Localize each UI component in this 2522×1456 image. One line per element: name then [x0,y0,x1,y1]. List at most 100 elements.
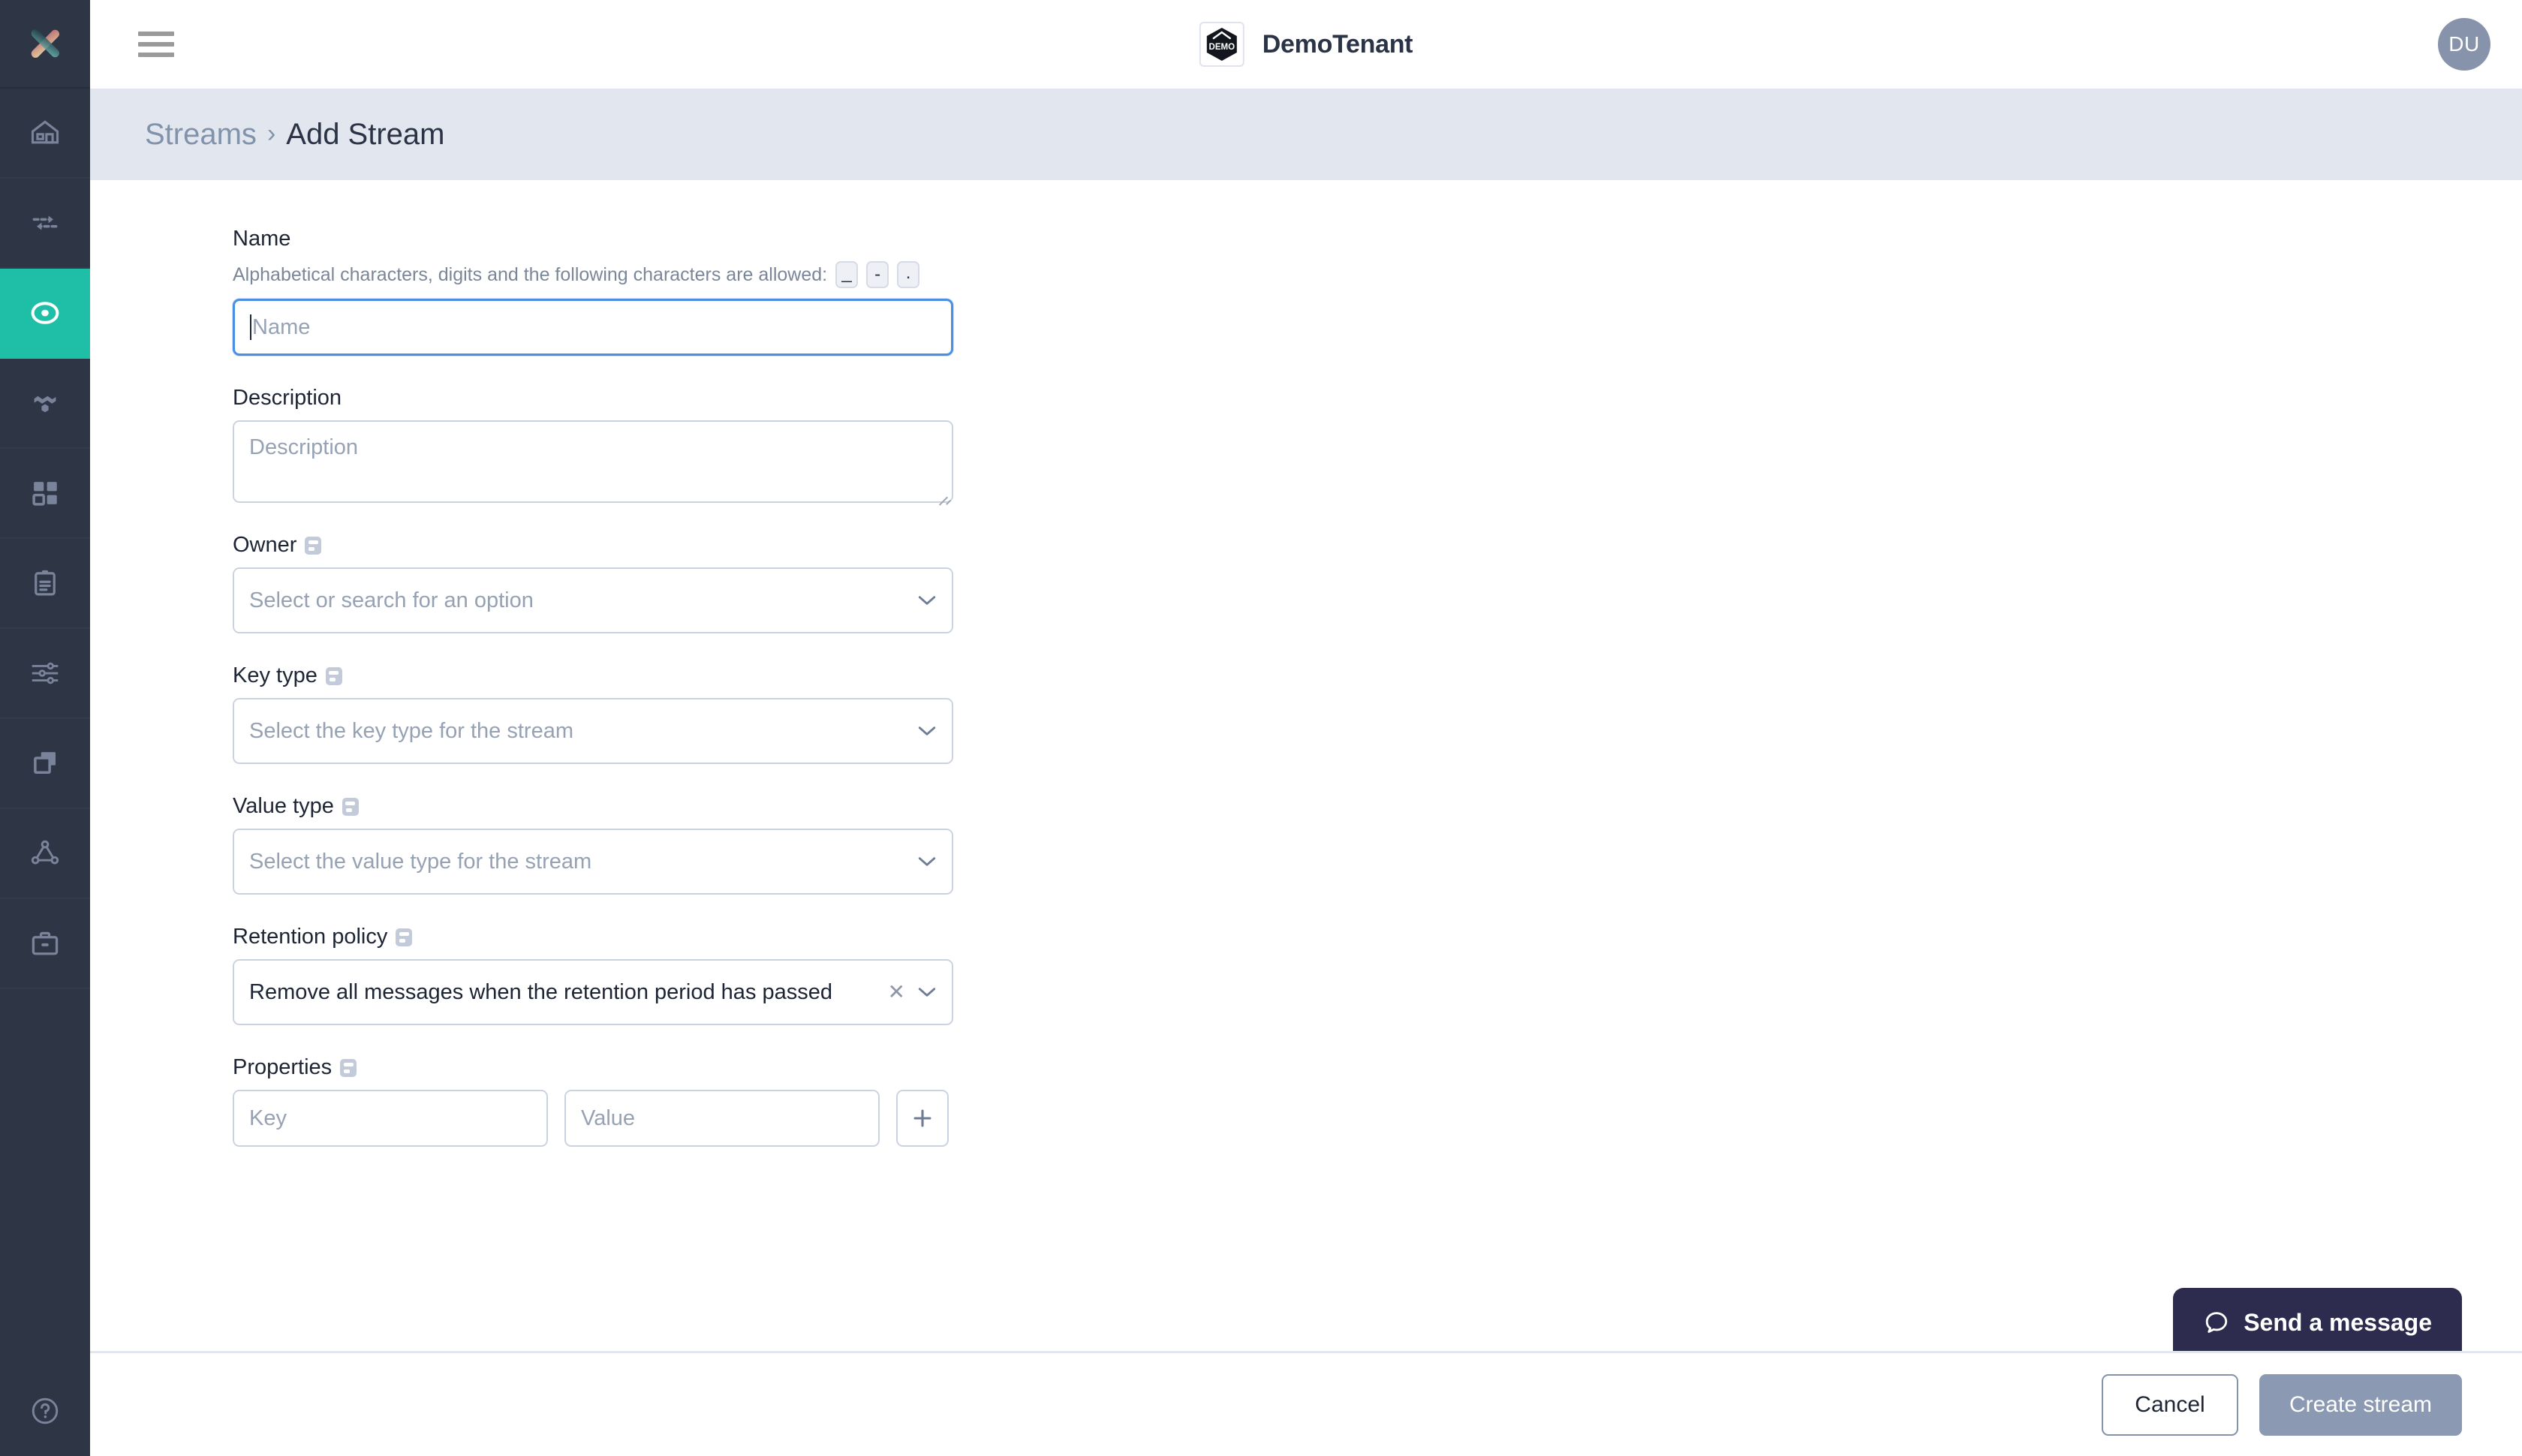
grid-icon [32,482,57,506]
sidebar-item-apps[interactable] [0,449,90,539]
help-circle-icon [32,1397,59,1424]
x-cross-logo-icon [31,29,59,58]
label-properties: Properties [233,1055,2522,1080]
key-type-select-placeholder: Select the key type for the stream [249,718,573,743]
name-input-placeholder: Name [252,314,311,339]
info-icon-owner[interactable] [305,536,322,555]
owner-select[interactable]: Select or search for an option [233,567,953,633]
clear-icon[interactable]: ✕ [888,982,905,1003]
chevron-down-icon[interactable] [917,725,937,737]
breadcrumb-link-streams[interactable]: Streams [145,118,257,152]
name-hint-text: Alphabetical characters, digits and the … [233,263,828,285]
info-icon-key-type[interactable] [325,666,342,685]
tenant-logo-text: DEMO [1209,43,1235,52]
value-type-select-placeholder: Select the value type for the stream [249,849,592,874]
property-value-input[interactable]: Value [564,1090,880,1147]
streams-icon [31,302,59,324]
label-key-type: Key type [233,663,2522,688]
property-key-placeholder: Key [249,1106,287,1130]
label-value-type-text: Value type [233,794,334,818]
label-description: Description [233,386,2522,411]
breadcrumb-separator: › [266,119,276,148]
breadcrumb: Streams › Add Stream [90,89,2522,180]
info-icon-value-type[interactable] [342,797,359,816]
chevron-down-icon[interactable] [917,856,937,868]
info-icon-properties[interactable] [340,1058,357,1077]
app-root: DEMO DemoTenant DU Streams › Add Stream … [0,0,2522,1456]
page-title: Add Stream [286,117,445,151]
label-value-type: Value type [233,794,2522,819]
label-retention-policy: Retention policy [233,925,2522,949]
topbar: DEMO DemoTenant DU [90,0,2522,89]
exchange-icon [32,215,58,230]
info-icon-retention-policy[interactable] [396,928,413,946]
avatar[interactable]: DU [2438,18,2490,71]
create-stream-button[interactable]: Create stream [2259,1373,2462,1436]
sidebar-item-home[interactable] [0,89,90,179]
app-logo[interactable] [0,0,90,89]
name-input[interactable]: Name [233,299,953,356]
tenant-switcher[interactable]: DEMO DemoTenant [1199,22,1413,67]
sidebar [0,0,90,1456]
field-properties: Properties Key Value [233,1055,2522,1147]
text-caret [250,314,251,340]
sidebar-item-exchange[interactable] [0,179,90,269]
field-retention-policy: Retention policy Remove all messages whe… [233,925,2522,1025]
retention-policy-value: Remove all messages when the retention p… [249,979,833,1004]
label-properties-text: Properties [233,1055,333,1079]
sidebar-item-network[interactable] [0,809,90,899]
hamburger-menu-icon[interactable] [138,32,174,57]
label-description-text: Description [233,386,342,410]
sidebar-item-briefcase[interactable] [0,899,90,989]
sidebar-item-logs[interactable] [0,539,90,629]
demo-hexagon-badge-icon: DEMO [1206,28,1237,61]
network-icon [31,840,59,865]
allowed-char-underscore: _ [835,261,859,288]
field-owner: Owner Select or search for an option [233,533,2522,633]
description-placeholder: Description [249,435,359,459]
value-type-select[interactable]: Select the value type for the stream [233,829,953,895]
resize-handle-icon[interactable] [936,486,948,498]
description-textarea[interactable]: Description [233,420,953,503]
send-message-label: Send a message [2244,1308,2432,1336]
allowed-char-hyphen: - [866,261,889,288]
sidebar-item-layers[interactable] [0,719,90,809]
sidebar-help[interactable] [0,1366,90,1456]
field-value-type: Value type Select the value type for the… [233,794,2522,895]
property-key-input[interactable]: Key [233,1090,548,1147]
key-type-select[interactable]: Select the key type for the stream [233,698,953,764]
label-owner: Owner [233,533,2522,558]
home-icon [31,120,59,144]
chevron-down-icon[interactable] [917,594,937,606]
property-row: Key Value [233,1090,2522,1147]
sidebar-item-settings[interactable] [0,629,90,719]
allowed-char-dot: . [897,261,920,288]
field-description: Description Description [233,386,2522,503]
topology-icon [34,396,56,413]
field-name: Name Alphabetical characters, digits and… [233,227,2522,356]
add-stream-form: Name Alphabetical characters, digits and… [90,180,2522,1351]
label-name-text: Name [233,227,291,251]
plus-icon [913,1109,931,1127]
chat-bubble-icon [2206,1312,2228,1333]
cancel-button[interactable]: Cancel [2102,1373,2238,1436]
retention-policy-select[interactable]: Remove all messages when the retention p… [233,959,953,1025]
sidebar-item-topology[interactable] [0,359,90,449]
field-key-type: Key type Select the key type for the str… [233,663,2522,764]
sidebar-item-streams[interactable] [0,269,90,359]
property-value-placeholder: Value [581,1106,636,1130]
sidebar-nav [0,89,90,1366]
chevron-down-icon[interactable] [917,986,937,998]
briefcase-icon [32,931,59,955]
label-retention-policy-text: Retention policy [233,925,388,949]
tenant-name: DemoTenant [1262,29,1413,59]
add-property-button[interactable] [896,1090,949,1147]
label-owner-text: Owner [233,533,297,557]
name-hint: Alphabetical characters, digits and the … [233,261,2522,288]
send-message-widget[interactable]: Send a message [2173,1288,2462,1357]
label-key-type-text: Key type [233,663,318,687]
owner-select-placeholder: Select or search for an option [249,588,534,612]
tenant-logo: DEMO [1199,22,1244,67]
sliders-icon [32,662,59,684]
layers-icon [34,752,56,774]
